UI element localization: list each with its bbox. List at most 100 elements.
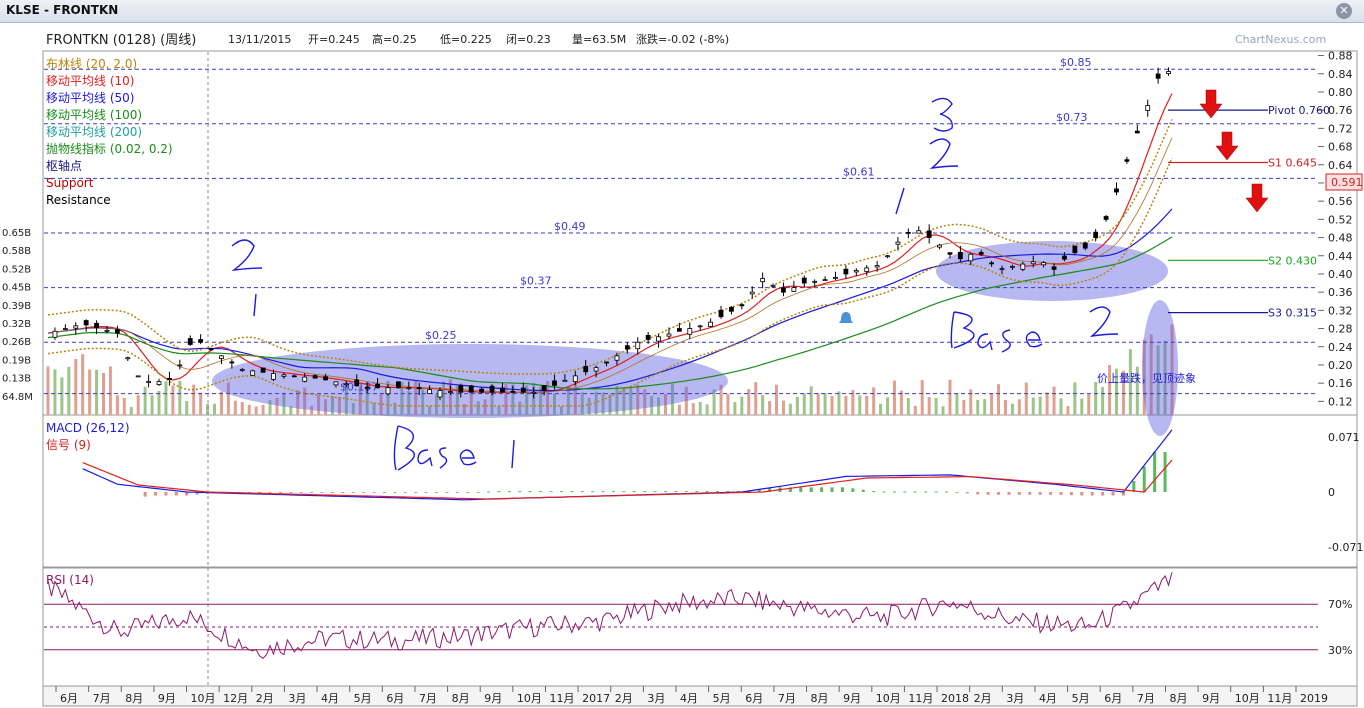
volume-bar (185, 400, 189, 415)
candle-body (1145, 105, 1151, 111)
volume-bar (865, 395, 869, 415)
candle-body (572, 375, 578, 382)
macd-hist-bar (341, 492, 345, 493)
macd-hist-bar (1101, 492, 1105, 496)
pivot-label: Pivot 0.760 (1268, 104, 1330, 117)
candle-body (833, 276, 838, 279)
x-tick-label: 10月 (517, 692, 542, 705)
macd-hist-bar (1080, 492, 1084, 496)
candle-body (843, 268, 849, 275)
macd-hist-bar (705, 491, 709, 493)
header-high: 高=0.25 (372, 32, 417, 46)
candle-body (62, 328, 68, 330)
volume-bar (1073, 382, 1077, 415)
volume-bar (754, 382, 758, 415)
volume-bar (254, 406, 258, 415)
x-tick-label: 2月 (256, 692, 274, 705)
macd-hist-bar (622, 491, 626, 493)
legend-item: Resistance (46, 193, 111, 207)
x-tick-label: 3月 (288, 692, 306, 705)
candle-body (926, 230, 932, 238)
macd-hist-bar (372, 492, 376, 493)
price-tick-label: 0.20 (1328, 359, 1353, 372)
candle-body (167, 377, 172, 380)
volume-bar (747, 389, 751, 415)
candle-body (968, 253, 974, 262)
candle-body (83, 320, 89, 326)
macd-hist-bar (955, 492, 959, 493)
candle-body (1093, 231, 1099, 238)
volume-bar (886, 397, 890, 415)
candle-body (1124, 159, 1130, 162)
candle-body (135, 375, 141, 378)
macd-title: MACD (26,12) (46, 421, 130, 435)
macd-hist-bar (851, 488, 855, 492)
legend-item: 枢轴点 (46, 158, 82, 173)
macd-hist-bar (840, 487, 844, 492)
macd-hist-bar (653, 491, 657, 493)
header-change: 涨跌=-0.02 (-8%) (636, 32, 729, 46)
macd-hist-bar (154, 492, 158, 496)
candle-body (1062, 255, 1067, 260)
volume-bar (1094, 381, 1098, 415)
volume-bar (879, 403, 883, 415)
macd-hist-bar (997, 492, 1001, 495)
price-tick-label: 0.80 (1328, 86, 1353, 99)
macd-hist-bar (570, 491, 574, 493)
volume-bar (726, 393, 730, 415)
volume-bar (899, 390, 903, 415)
volume-bar (46, 366, 50, 415)
volume-bar (677, 404, 681, 415)
legend-item: 移动平均线 (200) (46, 125, 142, 139)
volume-bar (816, 393, 820, 415)
candle-body (937, 244, 942, 248)
candle-body (895, 241, 901, 245)
macd-hist-bar (716, 491, 720, 493)
volume-tick-label: 0.39B (2, 301, 31, 312)
volume-bar (913, 405, 917, 415)
volume-bar (122, 397, 126, 415)
volume-bar (990, 393, 994, 415)
macd-panel (42, 414, 1358, 568)
candle-body (177, 364, 183, 367)
candle-body (156, 381, 162, 385)
macd-hist-bar (1059, 492, 1063, 495)
candle-body (562, 379, 568, 382)
price-tick-label: 0.12 (1328, 395, 1353, 408)
macd-hist-bar (466, 492, 470, 493)
macd-hist-bar (674, 491, 678, 493)
x-tick-label: 9月 (1202, 692, 1220, 705)
x-tick-label: 7月 (1137, 692, 1155, 705)
candle-body (427, 389, 433, 395)
candle-body (718, 309, 724, 318)
candle-body (666, 333, 672, 337)
volume-bar (261, 404, 265, 415)
candle-body (781, 287, 786, 293)
macd-hist-bar (414, 492, 418, 493)
macd-hist-bar (664, 491, 668, 493)
window-titlebar: KLSE - FRONTKN ✕ (0, 0, 1364, 23)
volume-bar (837, 391, 841, 415)
candle-body (1010, 265, 1015, 268)
candle-body (229, 361, 235, 364)
x-tick-label: 12月 (223, 692, 248, 705)
candle-body (947, 252, 953, 255)
candle-body (489, 385, 495, 393)
volume-bar (1087, 394, 1091, 415)
macd-hist-bar (278, 492, 282, 493)
macd-hist-bar (632, 491, 636, 493)
candle-body (510, 390, 516, 393)
x-tick-label: 7月 (778, 692, 796, 705)
volume-bar (129, 406, 133, 415)
x-tick-label: 10月 (876, 692, 901, 705)
candle-body (676, 328, 682, 332)
candle-body (271, 373, 276, 380)
volume-bar (844, 395, 848, 415)
close-icon[interactable]: ✕ (1336, 3, 1352, 19)
macd-hist-bar (393, 492, 397, 493)
candle-body (531, 391, 537, 394)
candle-body (583, 366, 589, 373)
volume-tick-label: 0.58B (2, 246, 31, 257)
macd-hist-bar (424, 492, 428, 493)
candle-body (291, 375, 297, 378)
